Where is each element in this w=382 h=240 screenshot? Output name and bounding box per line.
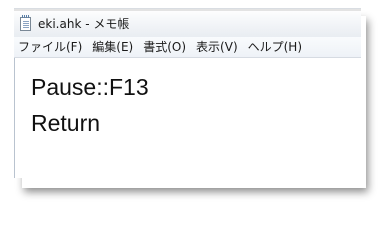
menu-view[interactable]: 表示(V) [191, 37, 243, 57]
menu-edit[interactable]: 編集(E) [87, 37, 138, 57]
editor-line: Pause::F13 [31, 74, 149, 100]
menu-help[interactable]: ヘルプ(H) [243, 37, 307, 57]
title-bar-edge [14, 9, 361, 11]
text-editor-area[interactable]: Pause::F13 Return [14, 58, 361, 178]
title-bar[interactable]: eki.ahk - メモ帳 [14, 8, 361, 38]
notepad-window: eki.ahk - メモ帳 ファイル(F) 編集(E) 書式(O) 表示(V) … [14, 8, 361, 178]
window-title: eki.ahk - メモ帳 [38, 17, 130, 31]
notepad-icon[interactable] [20, 15, 31, 31]
editor-line: Return [31, 110, 101, 136]
menu-format[interactable]: 書式(O) [138, 37, 191, 57]
screenshot-canvas: eki.ahk - メモ帳 ファイル(F) 編集(E) 書式(O) 表示(V) … [0, 0, 382, 202]
menu-bar: ファイル(F) 編集(E) 書式(O) 表示(V) ヘルプ(H) [14, 37, 361, 58]
menu-file[interactable]: ファイル(F) [14, 37, 87, 57]
